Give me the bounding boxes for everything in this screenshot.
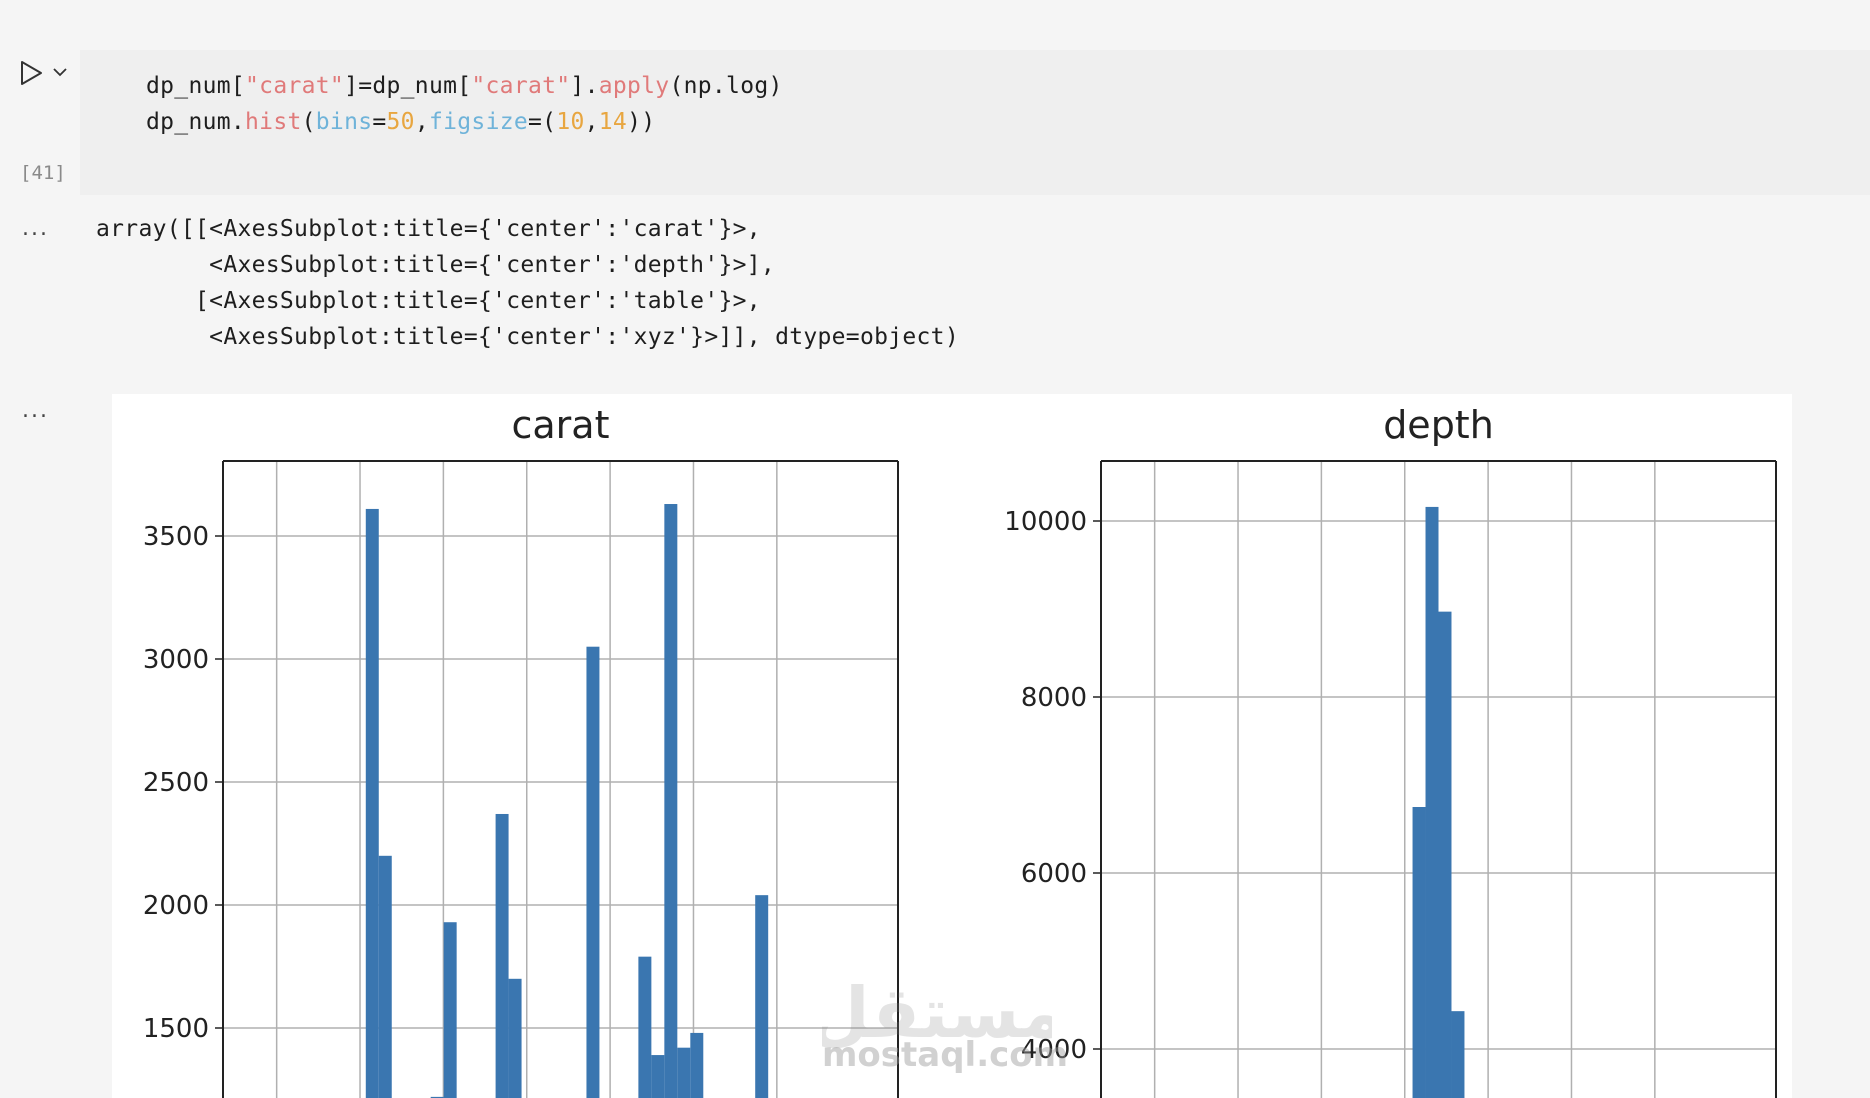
code-token: ( [301,109,316,135]
histogram-bar [690,1032,704,1098]
chevron-down-icon[interactable] [52,64,68,80]
histogram-bar [1425,506,1439,1098]
output-text-line: [<AxesSubplot:title={'center':'table'}>, [96,288,761,314]
subplot-carat: 1500 2000 2500 3000 3500 carat [143,403,899,1098]
code-token: , [584,109,599,135]
code-token: (np.log) [669,73,783,99]
output-text-line: <AxesSubplot:title={'center':'xyz'}>]], … [96,324,959,350]
y-tick-label: 10000 [1004,507,1087,537]
cell-gutter: [41] [0,50,80,200]
code-token: 14 [598,109,628,135]
watermark-text: mostaql.com [822,1035,1069,1075]
y-tick-label: 2500 [143,768,209,798]
code-token: ]. [570,73,599,99]
histogram-bar [1438,611,1452,1098]
output-more-button[interactable]: ... [22,216,49,241]
histogram-bar [508,978,522,1098]
y-tick-label: 8000 [1021,683,1087,713]
code-token: apply [598,73,670,99]
code-token: ]=dp_num[ [344,73,472,99]
code-line[interactable]: dp_num.hist(bins=50,figsize=(10,14)) [146,109,655,135]
code-token: =( [528,109,557,135]
code-token: "carat" [471,73,571,99]
histogram-bar [378,855,392,1098]
output-more-button[interactable]: ... [22,398,49,423]
code-token: 10 [556,109,585,135]
y-tick-label: 6000 [1021,859,1087,889]
output-text-line: <AxesSubplot:title={'center':'depth'}>], [96,252,776,278]
histogram-bar [365,508,379,1098]
chart-title: depth [1383,403,1494,447]
histogram-bar [651,1055,665,1098]
y-tick-label: 2000 [143,891,209,921]
histogram-bar [638,956,652,1098]
y-tick-label: 1500 [143,1014,209,1044]
histogram-bar [664,504,678,1098]
histogram-bar [495,813,509,1098]
code-line[interactable]: dp_num["carat"]=dp_num["carat"].apply(np… [146,73,783,99]
chart-title: carat [512,403,610,447]
histogram-bar [586,646,600,1098]
y-tick-label: 3000 [143,645,209,675]
histogram-bar [755,895,769,1098]
code-token: = [372,109,387,135]
output-text-line: array([[<AxesSubplot:title={'center':'ca… [96,216,761,242]
y-tick-label: 3500 [143,522,209,552]
subplot-depth: 40006000800010000depth [1004,403,1777,1098]
code-token: dp_num. [146,109,246,135]
code-token: )) [627,109,656,135]
code-token: 50 [386,109,415,135]
code-token: dp_num[ [146,73,246,99]
histogram-bar [1412,807,1426,1098]
histogram-bar [677,1047,691,1098]
code-editor[interactable]: dp_num["carat"]=dp_num["carat"].apply(np… [80,50,1870,195]
code-token: hist [245,109,302,135]
code-token: figsize [428,109,529,135]
code-token: "carat" [245,73,345,99]
execution-count: [41] [20,162,66,184]
code-token: , [414,109,429,135]
histogram-bar [1451,1011,1465,1098]
histogram-bar [443,922,457,1098]
code-token: bins [315,109,373,135]
run-cell-icon[interactable] [16,58,46,88]
